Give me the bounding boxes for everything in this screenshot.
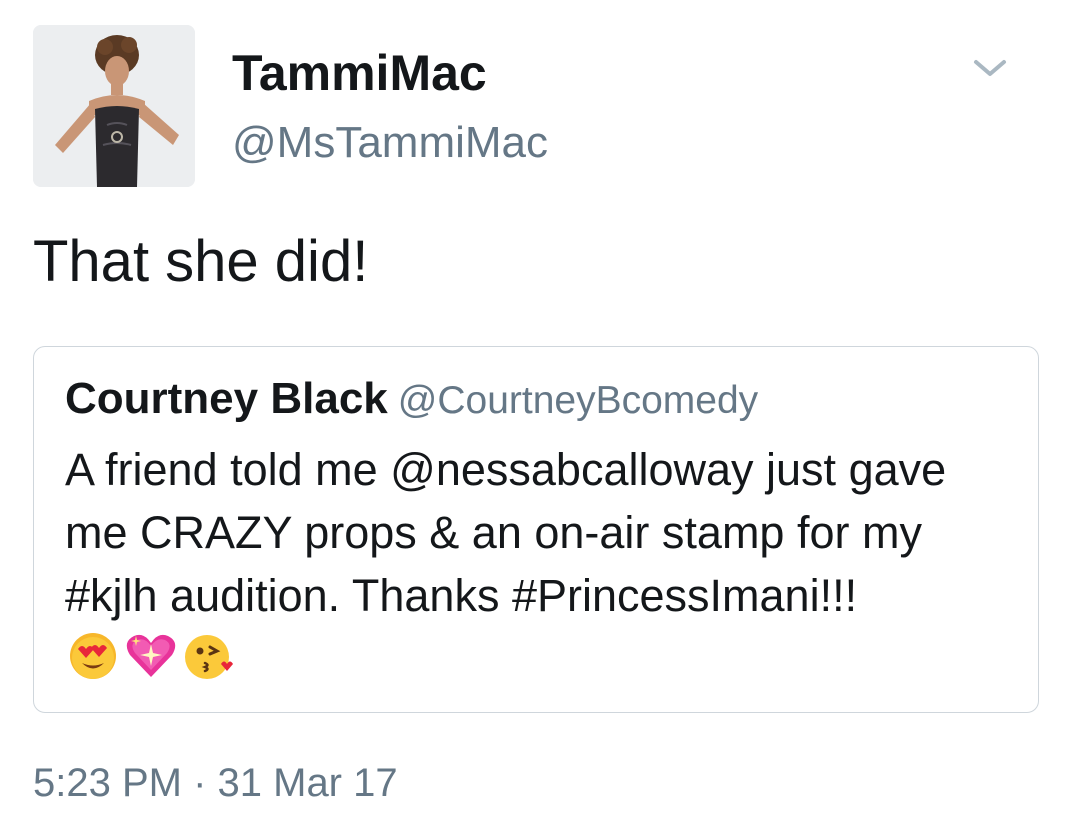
author-display-name[interactable]: TammiMac (232, 48, 487, 98)
author-handle[interactable]: @MsTammiMac (232, 121, 548, 165)
chevron-down-icon[interactable] (968, 52, 1012, 84)
avatar-image (33, 25, 195, 187)
sparkling-heart-emoji-icon (126, 634, 176, 677)
quoted-tweet-card[interactable]: Courtney Black @CourtneyBcomedy A friend … (33, 346, 1039, 713)
tweet-timestamp[interactable]: 5:23 PM · 31 Mar 17 (33, 763, 398, 803)
quoted-text-line: me CRAZY props & an on-air stamp for my (65, 507, 922, 558)
quoted-tweet-header: Courtney Black @CourtneyBcomedy (65, 377, 758, 421)
quoted-author-handle: @CourtneyBcomedy (397, 379, 759, 422)
heart-eyes-emoji-icon (70, 633, 116, 679)
quoted-author-name: Courtney Black (65, 374, 388, 423)
emoji-row (67, 630, 235, 682)
kissing-face-emoji-icon (185, 635, 233, 679)
tweet-text: That she did! (33, 229, 369, 294)
author-avatar[interactable] (33, 25, 195, 187)
quoted-tweet-text: A friend told me @nessabcalloway just ga… (65, 438, 1025, 627)
quoted-text-line: #kjlh audition. Thanks #PrincessImani!!! (65, 570, 858, 621)
quoted-text-line: A friend told me @nessabcalloway just ga… (65, 444, 947, 495)
